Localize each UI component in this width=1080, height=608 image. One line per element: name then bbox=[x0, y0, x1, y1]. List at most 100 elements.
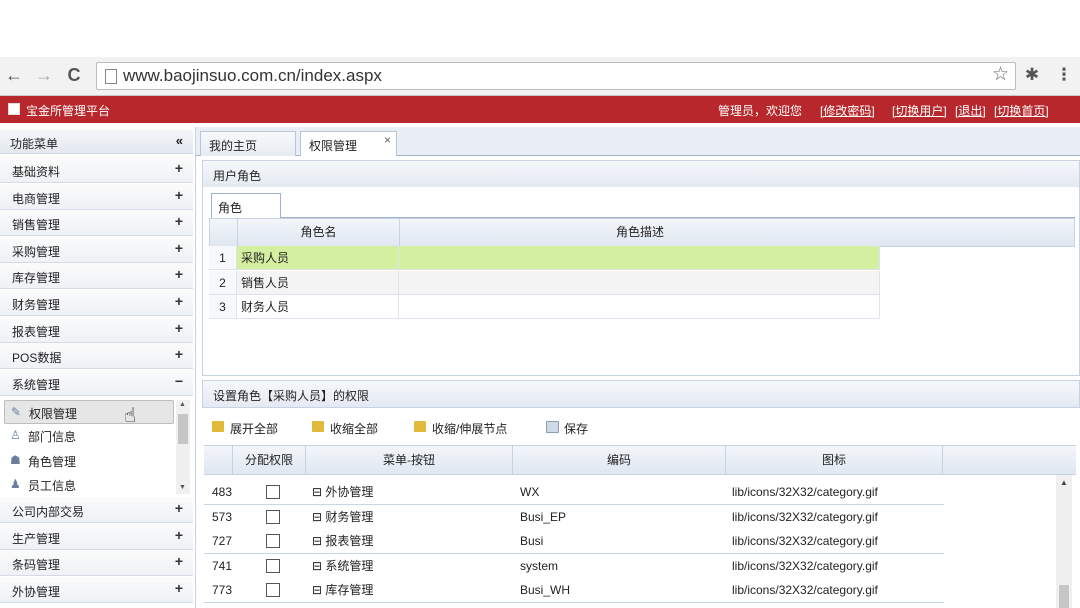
table-row[interactable]: 741 ⊟ 系统管理 system lib/icons/32X32/category.… bbox=[204, 553, 944, 579]
table-row[interactable]: 773 ⊟ 库存管理 Busi_WH lib/icons/32X32/category… bbox=[204, 578, 944, 603]
scroll-thumb[interactable] bbox=[1059, 585, 1069, 608]
menu-cell[interactable]: ⊟ 报表管理 bbox=[312, 529, 373, 553]
expand-icon[interactable]: + bbox=[175, 160, 183, 176]
tab-label: 权限管理 bbox=[309, 139, 358, 153]
sidebar-menu-item[interactable]: 生产管理 + bbox=[0, 523, 193, 550]
change-password-link[interactable]: [修改密码] bbox=[820, 102, 875, 119]
collapse-icon[interactable]: − bbox=[175, 373, 183, 389]
column-header[interactable]: 图标 bbox=[726, 446, 943, 474]
extensions-icon[interactable]: ✱ bbox=[1022, 65, 1042, 85]
close-tab-icon[interactable]: × bbox=[384, 133, 391, 147]
sidebar-menu-item[interactable]: 基础资料 + bbox=[0, 157, 193, 183]
scroll-down-icon[interactable]: ▼ bbox=[179, 484, 186, 491]
assign-checkbox[interactable] bbox=[266, 485, 280, 499]
assign-checkbox[interactable] bbox=[266, 583, 280, 597]
expand-icon[interactable]: + bbox=[175, 346, 183, 362]
expand-icon[interactable]: + bbox=[175, 553, 183, 569]
row-id: 773 bbox=[212, 583, 233, 597]
code-cell: WX bbox=[520, 485, 540, 499]
scroll-up-icon[interactable]: ▲ bbox=[1060, 478, 1068, 487]
forward-icon[interactable]: → bbox=[34, 65, 54, 85]
sidebar-menu-item[interactable]: 条码管理 + bbox=[0, 550, 193, 577]
menu-cell[interactable]: ⊟ 库存管理 bbox=[312, 578, 373, 602]
sidebar-menu-item[interactable]: 采购管理 + bbox=[0, 236, 193, 263]
scroll-thumb[interactable] bbox=[178, 414, 188, 444]
icon-path-cell: lib/icons/32X32/category.gif bbox=[732, 534, 878, 548]
expand-icon[interactable]: + bbox=[175, 500, 183, 516]
logout-link[interactable]: [退出] bbox=[955, 102, 986, 119]
button-label: 收缩全部 bbox=[330, 422, 379, 436]
expand-icon[interactable]: + bbox=[175, 293, 183, 309]
column-header[interactable]: 编码 bbox=[513, 446, 726, 474]
code-cell: Busi_WH bbox=[520, 583, 571, 597]
submenu-label: 权限管理 bbox=[29, 407, 78, 421]
assign-checkbox[interactable] bbox=[266, 558, 280, 573]
address-bar[interactable]: www.baojinsuo.com.cn/index.aspx ☆ bbox=[96, 62, 1016, 90]
roles-tabbar: 角色 bbox=[211, 193, 1075, 219]
browser-menu-icon[interactable]: ⋮ bbox=[1054, 65, 1074, 85]
assign-checkbox[interactable] bbox=[266, 534, 280, 548]
column-header[interactable]: 角色名 bbox=[238, 219, 400, 246]
table-row[interactable]: 573 ⊟ 财务管理 Busi_EP lib/icons/32X32/category… bbox=[204, 504, 944, 530]
scroll-up-icon[interactable]: ▲ bbox=[179, 401, 186, 408]
table-row[interactable]: 483 ⊟ 外协管理 WX lib/icons/32X32/category.gif bbox=[204, 480, 944, 505]
submenu-employee[interactable]: ♟ 员工信息 bbox=[4, 473, 172, 495]
sidebar-menu-item[interactable]: 报表管理 + bbox=[0, 316, 193, 343]
code-cell: system bbox=[520, 558, 559, 573]
assign-checkbox[interactable] bbox=[266, 509, 280, 524]
sidebar-menu-item[interactable]: 公司内部交易 + bbox=[0, 497, 193, 523]
row-id: 741 bbox=[212, 558, 233, 573]
sidebar-item-label: 系统管理 bbox=[12, 377, 61, 392]
sidebar-item-label: 报表管理 bbox=[12, 324, 61, 339]
sidebar-menu-item[interactable]: 财务管理 + bbox=[0, 290, 193, 316]
expand-icon[interactable]: + bbox=[175, 213, 183, 229]
app-title: 宝金所管理平台 bbox=[26, 104, 111, 118]
sidebar-item-label: 外协管理 bbox=[12, 584, 61, 599]
tab-permission[interactable]: 权限管理 × bbox=[300, 131, 397, 156]
submenu-department[interactable]: ♙ 部门信息 bbox=[4, 424, 172, 446]
menu-cell[interactable]: ⊟ 财务管理 bbox=[312, 505, 373, 529]
collapse-sidebar-icon[interactable]: « bbox=[176, 133, 183, 148]
back-icon[interactable]: ← bbox=[4, 65, 24, 85]
bookmark-star-icon[interactable]: ☆ bbox=[992, 64, 1009, 86]
column-header[interactable]: 菜单-按钮 bbox=[306, 446, 513, 474]
table-row[interactable]: 727 ⊟ 报表管理 Busi lib/icons/32X32/category.gi… bbox=[204, 529, 944, 554]
sidebar-menu-item[interactable]: 销售管理 + bbox=[0, 210, 193, 237]
column-header[interactable]: 分配权限 bbox=[233, 446, 306, 474]
reload-icon[interactable]: C bbox=[64, 65, 84, 85]
tab-home[interactable]: 我的主页 bbox=[200, 131, 296, 156]
expand-icon[interactable]: + bbox=[175, 580, 183, 596]
expand-icon[interactable]: + bbox=[175, 527, 183, 543]
switch-user-link[interactable]: [切换用户] bbox=[892, 102, 947, 119]
icon-path-cell: lib/icons/32X32/category.gif bbox=[732, 558, 878, 573]
sidebar-menu-item[interactable]: POS数据 + bbox=[0, 343, 193, 370]
switch-home-link[interactable]: [切换首页] bbox=[994, 102, 1049, 119]
sidebar-menu-item[interactable]: 电商管理 + bbox=[0, 183, 193, 210]
sidebar-item-label: 财务管理 bbox=[12, 298, 61, 312]
logo-box-icon bbox=[8, 103, 20, 115]
expand-icon[interactable]: + bbox=[175, 266, 183, 282]
sidebar-menu-item[interactable]: 库存管理 + bbox=[0, 263, 193, 290]
expand-icon[interactable]: + bbox=[175, 320, 183, 336]
submenu-permission[interactable]: ✎ 权限管理 bbox=[4, 400, 174, 424]
column-header[interactable]: 角色描述 bbox=[400, 219, 880, 246]
tab-label: 我的主页 bbox=[209, 139, 258, 153]
expand-icon[interactable]: + bbox=[175, 187, 183, 203]
code-cell: Busi_EP bbox=[520, 509, 567, 524]
submenu-scrollbar[interactable]: ▲ ▼ bbox=[176, 400, 190, 494]
browser-toolbar: ← → C www.baojinsuo.com.cn/index.aspx ☆ … bbox=[0, 57, 1080, 96]
expand-icon[interactable]: + bbox=[175, 240, 183, 256]
row-number: 3 bbox=[209, 295, 237, 319]
sidebar-menu-item[interactable]: 外协管理 + bbox=[0, 576, 193, 603]
sidebar-menu-item[interactable]: 系统管理 − bbox=[0, 369, 193, 396]
perm-grid-scrollbar[interactable]: ▲ bbox=[1056, 475, 1072, 608]
menu-cell[interactable]: ⊟ 外协管理 bbox=[312, 480, 373, 504]
tab-roles[interactable]: 角色 bbox=[211, 193, 281, 219]
submenu-label: 员工信息 bbox=[28, 479, 77, 493]
row-number: 2 bbox=[209, 270, 237, 295]
org-icon: ♙ bbox=[10, 428, 21, 442]
tab-bar: 我的主页 权限管理 × bbox=[196, 127, 1080, 156]
icon-path-cell: lib/icons/32X32/category.gif bbox=[732, 583, 878, 597]
menu-cell[interactable]: ⊟ 系统管理 bbox=[312, 554, 373, 578]
submenu-role[interactable]: ☗ 角色管理 bbox=[4, 449, 172, 471]
